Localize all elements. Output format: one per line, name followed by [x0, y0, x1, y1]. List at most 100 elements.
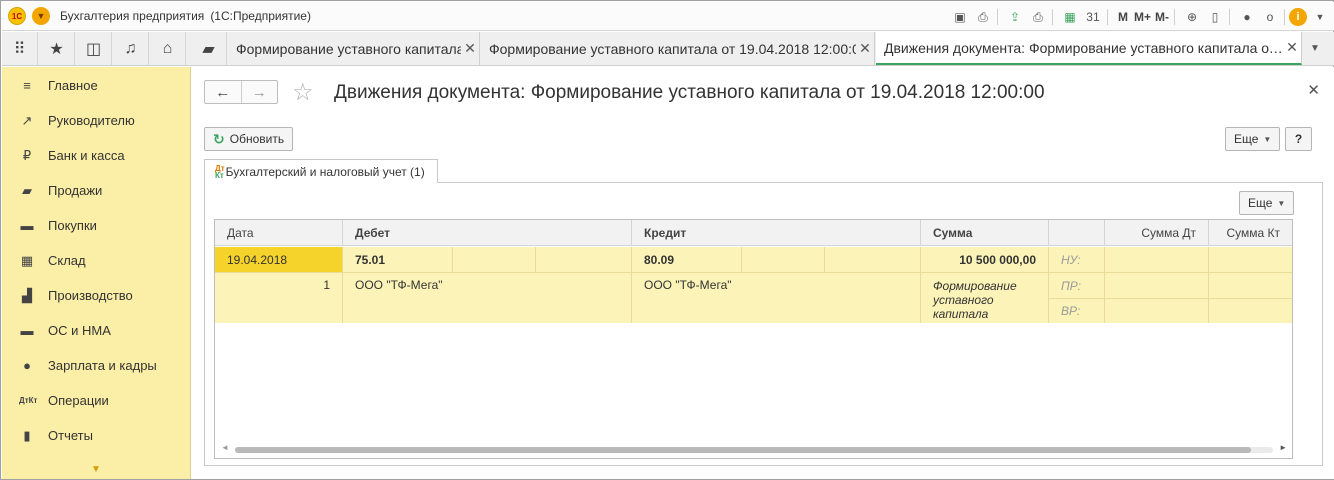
close-icon[interactable]: ✕ — [1283, 39, 1301, 56]
cell-vr-label: ВР: — [1049, 299, 1105, 323]
menu-icon: ≡ — [23, 78, 31, 93]
factory-icon: ▟ — [22, 287, 32, 303]
column-credit[interactable]: Кредит — [632, 220, 921, 246]
help-button[interactable]: ? — [1285, 127, 1312, 151]
sidebar-item-manager[interactable]: ↗ Руководителю — [2, 103, 191, 138]
movements-table[interactable]: Дата Дебет Кредит Сумма Сумма Дт Сумма К… — [214, 219, 1293, 459]
memory-m-button[interactable]: M — [1115, 7, 1131, 27]
horizontal-scrollbar[interactable]: ◄ ► — [221, 443, 1287, 454]
tab-bar: ⠿ ★ ◫ ♫ ⌂ ▰ Формирование уставного капит… — [2, 32, 1334, 66]
scroll-left-icon[interactable]: ◄ — [221, 443, 229, 452]
panels-icon[interactable]: ▯ — [1205, 7, 1225, 27]
save-icon[interactable]: ▣ — [950, 7, 970, 27]
sidebar-item-bank[interactable]: ₽ Банк и касса — [2, 138, 191, 173]
tab-formation-capital-dated[interactable]: Формирование уставного капитала от 19.04… — [481, 32, 875, 65]
tabs-dropdown-icon[interactable]: ▼ — [1304, 32, 1326, 65]
home-icon[interactable]: ⌂ — [150, 32, 186, 65]
favorite-star-icon[interactable]: ☆ — [292, 78, 314, 107]
chat-icon[interactable]: ▰ — [191, 32, 227, 65]
calendar-icon[interactable]: 31 — [1083, 7, 1103, 27]
cell-credit-subconto[interactable]: ООО "ТФ-Мега" — [632, 273, 921, 323]
refresh-button[interactable]: ↻ Обновить — [204, 127, 294, 151]
sidebar-item-reports[interactable]: ▮ Отчеты — [2, 418, 191, 453]
table-row[interactable]: 19.04.2018 75.01 80.09 10 500 000,00 НУ:… — [215, 247, 1292, 323]
cell-date[interactable]: 19.04.2018 — [215, 247, 343, 272]
apps-icon[interactable]: ⠿ — [2, 32, 38, 65]
refresh-icon: ↻ — [213, 130, 225, 147]
sidebar-item-salary[interactable]: ● Зарплата и кадры — [2, 348, 191, 383]
main-content: ← → ☆ Движения документа: Формирование у… — [192, 67, 1334, 479]
main-menu-button[interactable]: ▼ — [32, 7, 50, 25]
cell-credit-account[interactable]: 80.09 — [632, 247, 742, 272]
window-menu-icon[interactable]: ▼ — [1310, 7, 1330, 27]
bag-icon: ▰ — [22, 182, 32, 198]
user-label[interactable]: о — [1260, 7, 1280, 27]
more-button[interactable]: Еще ▼ — [1225, 127, 1281, 151]
column-amount-dt[interactable]: Сумма Дт — [1105, 220, 1209, 246]
sidebar-item-production[interactable]: ▟ Производство — [2, 278, 191, 313]
back-arrow-icon[interactable]: ← — [205, 81, 241, 103]
cell-debit-account[interactable]: 75.01 — [343, 247, 453, 272]
scroll-right-icon[interactable]: ► — [1279, 443, 1287, 452]
print-icon[interactable]: ⎙ — [973, 7, 993, 27]
dt-kt-icon: ДтКт — [215, 163, 225, 180]
cell-nu-label: НУ: — [1049, 247, 1105, 272]
dt-kt-icon: ДтКт — [19, 396, 38, 405]
memory-minus-button[interactable]: M- — [1154, 7, 1170, 27]
cell-amount[interactable]: 10 500 000,00 — [921, 247, 1049, 272]
sidebar-item-warehouse[interactable]: ▦ Склад — [2, 243, 191, 278]
tab-panel: Еще ▼ Дата Дебет Кредит Сумма Сумма Дт С… — [204, 182, 1323, 466]
tab-formation-capital[interactable]: Формирование уставного капитала ✕ — [228, 32, 480, 65]
sidebar-item-sales[interactable]: ▰ Продажи — [2, 173, 191, 208]
cell-debit-subconto[interactable]: ООО "ТФ-Мега" — [343, 273, 632, 323]
cell-pr-label: ПР: — [1049, 273, 1105, 298]
scroll-thumb[interactable] — [235, 447, 1251, 453]
close-icon[interactable]: ✕ — [461, 40, 479, 57]
grid-icon: ▦ — [20, 252, 34, 268]
tab-accounting-tax[interactable]: Дт Кт Бухгалтерский и налоговый учет (1) — [204, 159, 438, 183]
column-amount[interactable]: Сумма — [921, 220, 1049, 246]
cart-icon: ▬ — [20, 218, 34, 233]
memory-plus-button[interactable]: M+ — [1134, 7, 1151, 27]
cell-row-number: 1 — [215, 273, 343, 323]
title-bar: 1С ▼ Бухгалтерия предприятия (1С:Предпри… — [2, 2, 1334, 31]
column-debit[interactable]: Дебет — [343, 220, 632, 246]
zoom-icon[interactable]: ⊕ — [1182, 7, 1202, 27]
printer2-icon[interactable]: ⎙ — [1028, 7, 1048, 27]
history-nav: ← → — [204, 80, 278, 104]
sidebar-item-fixed-assets[interactable]: ▬ ОС и НМА — [2, 313, 191, 348]
sidebar-item-purchases[interactable]: ▬ Покупки — [2, 208, 191, 243]
cell-content[interactable]: Формирование уставного капитала — [921, 273, 1049, 323]
person-icon: ● — [23, 358, 31, 373]
table-header: Дата Дебет Кредит Сумма Сумма Дт Сумма К… — [215, 220, 1292, 246]
upload-icon[interactable]: ⇪ — [1005, 7, 1025, 27]
sidebar-more-icon[interactable]: ▼ — [91, 464, 101, 475]
column-date[interactable]: Дата — [215, 220, 343, 246]
app-title: Бухгалтерия предприятия — [60, 9, 205, 23]
caret-down-icon: ▼ — [1277, 198, 1286, 208]
bar-chart-icon: ▮ — [23, 427, 31, 443]
tab-document-movements[interactable]: Движения документа: Формирование уставно… — [876, 32, 1302, 65]
column-empty — [1049, 220, 1105, 246]
user-icon[interactable]: ● — [1237, 7, 1257, 27]
ruble-icon: ₽ — [22, 147, 32, 163]
app-window: 1С ▼ Бухгалтерия предприятия (1С:Предпри… — [0, 0, 1334, 480]
sidebar-item-operations[interactable]: ДтКт Операции — [2, 383, 191, 418]
calculator-icon[interactable]: ▦ — [1060, 7, 1080, 27]
bell-icon[interactable]: ♫ — [113, 32, 149, 65]
info-icon[interactable]: i — [1289, 8, 1307, 26]
star-icon[interactable]: ★ — [39, 32, 75, 65]
app-subtitle: (1С:Предприятие) — [210, 9, 311, 23]
forward-arrow-icon[interactable]: → — [240, 81, 278, 103]
caret-down-icon: ▼ — [1263, 134, 1272, 144]
column-amount-kt[interactable]: Сумма Кт — [1209, 220, 1292, 246]
close-form-icon[interactable]: ✕ — [1307, 81, 1320, 99]
title-toolbar: ▣ ⎙ ⇪ ⎙ ▦ 31 M M+ M- ⊕ ▯ ● о i ▼ — [947, 6, 1330, 28]
sidebar-item-main[interactable]: ≡ Главное — [2, 68, 191, 103]
page-title: Движения документа: Формирование уставно… — [334, 82, 1045, 103]
truck-icon: ▬ — [20, 323, 34, 338]
history-icon[interactable]: ◫ — [76, 32, 112, 65]
close-icon[interactable]: ✕ — [856, 40, 874, 57]
table-more-button[interactable]: Еще ▼ — [1239, 191, 1295, 215]
sidebar: ≡ Главное ↗ Руководителю ₽ Банк и касса … — [2, 67, 191, 479]
